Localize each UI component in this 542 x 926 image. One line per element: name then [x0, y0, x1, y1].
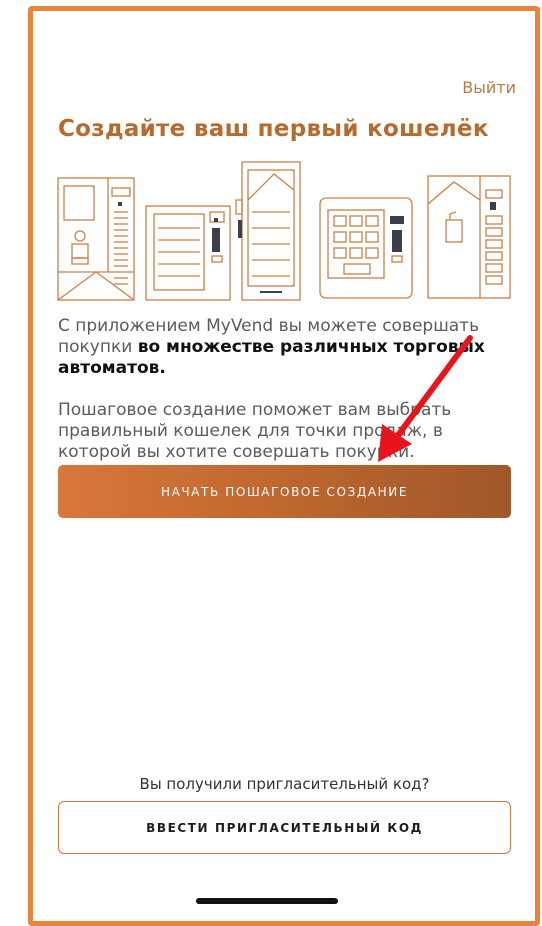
home-indicator[interactable]: [196, 898, 338, 904]
tall-vending-machine-icon: [235, 161, 301, 301]
logout-link[interactable]: Выйти: [462, 78, 516, 97]
drinks-machine-icon: [427, 175, 511, 299]
page-title: Создайте ваш первый кошелёк: [58, 116, 489, 142]
snack-machine-icon: [145, 205, 231, 301]
screen: Выйти Создайте ваш первый кошелёк С прил…: [0, 0, 542, 926]
start-wizard-button[interactable]: НАЧАТЬ ПОШАГОВОЕ СОЗДАНИЕ: [58, 465, 511, 518]
enter-invite-code-button[interactable]: ВВЕСТИ ПРИГЛАСИТЕЛЬНЫЙ КОД: [58, 801, 511, 854]
vending-machines-illustration: [57, 161, 511, 301]
coffee-machine-icon: [57, 177, 135, 301]
compact-snack-machine-icon: [319, 197, 413, 299]
invite-code-question: Вы получили пригласительный код?: [139, 775, 430, 793]
description-paragraph-1: С приложением MyVend вы можете совершать…: [58, 316, 518, 379]
description-paragraph-2: Пошаговое создание поможет вам выбрать п…: [58, 400, 452, 462]
